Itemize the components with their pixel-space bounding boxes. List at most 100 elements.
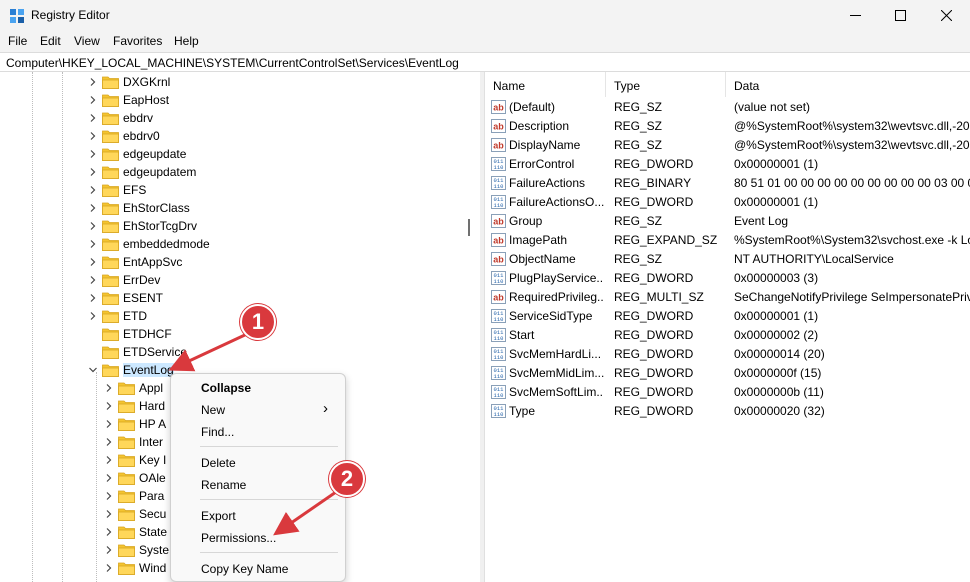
tree-item[interactable]: EhStorTcgDrv [88,217,197,235]
value-row[interactable]: 011 110 SvcMemHardLi... REG_DWORD 0x00000014… [485,345,970,364]
chevron-right-icon[interactable] [88,293,98,303]
chevron-right-icon[interactable] [88,95,98,105]
menu-item-copy-key-name[interactable]: Copy Key Name [171,558,345,580]
tree-item[interactable]: ESENT [88,289,163,307]
tree-child-item[interactable]: Syste [104,541,169,559]
chevron-down-icon[interactable] [88,365,98,375]
address-bar[interactable]: Computer\HKEY_LOCAL_MACHINE\SYSTEM\Curre… [0,52,970,72]
menu-item-collapse[interactable]: Collapse [171,377,345,399]
svg-text:110: 110 [494,392,504,399]
chevron-right-icon[interactable] [88,167,98,177]
tree-child-item[interactable]: Inter [104,433,163,451]
tree-item[interactable]: EhStorClass [88,199,190,217]
value-row[interactable]: ab ImagePath REG_EXPAND_SZ %SystemRoot%\Sys… [485,231,970,250]
value-row[interactable]: 011 110 SvcMemSoftLim... REG_DWORD 0x0000000… [485,383,970,402]
menu-item-export[interactable]: Export [171,505,345,527]
tree-item[interactable]: edgeupdatem [88,163,196,181]
menu-item-delete[interactable]: Delete [171,452,345,474]
value-row[interactable]: ab Group REG_SZ Event Log [485,212,970,231]
value-row[interactable]: ab ObjectName REG_SZ NT AUTHORITY\LocalServ… [485,250,970,269]
chevron-right-icon[interactable] [88,113,98,123]
tree-item[interactable]: EFS [88,181,146,199]
chevron-right-icon[interactable] [104,419,114,429]
value-row[interactable]: ab DisplayName REG_SZ @%SystemRoot%\system3… [485,136,970,155]
chevron-right-icon[interactable] [104,401,114,411]
tree-item[interactable]: EventLog [88,361,174,379]
value-row[interactable]: 011 110 PlugPlayService... REG_DWORD 0x00000… [485,269,970,288]
folder-icon [118,454,135,467]
tree-item[interactable]: ErrDev [88,271,160,289]
menu-edit[interactable]: Edit [40,34,61,48]
maximize-button[interactable] [877,0,923,30]
tree-item[interactable]: ebdrv [88,109,153,127]
folder-icon [102,184,119,197]
chevron-right-icon[interactable] [88,257,98,267]
chevron-right-icon[interactable] [104,545,114,555]
chevron-right-icon[interactable] [88,185,98,195]
menu-help[interactable]: Help [174,34,199,48]
value-row[interactable]: 011 110 SvcMemMidLim... REG_DWORD 0x0000000f… [485,364,970,383]
chevron-right-icon[interactable] [88,203,98,213]
chevron-right-icon[interactable] [88,221,98,231]
menu-file[interactable]: File [8,34,27,48]
tree-child-item[interactable]: Key I [104,451,166,469]
values-pane[interactable]: Name Type Data ab (Default) REG_SZ (value n… [484,72,970,582]
tree-item[interactable]: EntAppSvc [88,253,182,271]
tree-child-item[interactable]: Hard [104,397,165,415]
chevron-right-icon[interactable] [104,491,114,501]
tree-item-label: EhStorTcgDrv [123,219,198,233]
chevron-right-icon[interactable] [88,77,98,87]
tree-child-item[interactable]: Appl [104,379,163,397]
tree-item[interactable]: EapHost [88,91,169,109]
column-header-name[interactable]: Name [485,72,606,97]
chevron-right-icon[interactable] [88,239,98,249]
value-type: REG_SZ [614,214,663,228]
value-row[interactable]: 011 110 ServiceSidType REG_DWORD 0x00000001 … [485,307,970,326]
chevron-right-icon[interactable] [104,455,114,465]
tree-item[interactable]: DXGKrnl [88,73,170,91]
column-header-type[interactable]: Type [606,72,726,97]
chevron-right-icon[interactable] [88,149,98,159]
chevron-right-icon[interactable] [88,131,98,141]
menu-item-find[interactable]: Find... [171,421,345,443]
value-row[interactable]: 011 110 FailureActionsO... REG_DWORD 0x00000… [485,193,970,212]
tree-item[interactable]: edgeupdate [88,145,186,163]
value-row[interactable]: 011 110 ErrorControl REG_DWORD 0x00000001 (1… [485,155,970,174]
column-header-data[interactable]: Data [726,72,970,97]
tree-item[interactable]: ebdrv0 [88,127,160,145]
value-row[interactable]: 011 110 Start REG_DWORD 0x00000002 (2) [485,326,970,345]
value-row[interactable]: ab Description REG_SZ @%SystemRoot%\system3… [485,117,970,136]
minimize-button[interactable] [832,0,878,30]
tree-child-label: HP A [139,417,167,431]
tree-child-item[interactable]: Para [104,487,164,505]
value-row[interactable]: ab (Default) REG_SZ (value not set) [485,98,970,117]
chevron-right-icon[interactable] [88,275,98,285]
tree-item[interactable]: ETDHCF [88,325,172,343]
tree-child-item[interactable]: HP A [104,415,166,433]
tree-item[interactable]: ETD [88,307,147,325]
chevron-right-icon[interactable] [104,383,114,393]
value-row[interactable]: 011 110 Type REG_DWORD 0x00000020 (32) [485,402,970,421]
tree-child-item[interactable]: Wind [104,559,166,577]
splitter-grip[interactable] [468,219,470,236]
close-button[interactable] [923,0,969,30]
tree-child-item[interactable]: Secu [104,505,166,523]
chevron-right-icon[interactable] [104,527,114,537]
tree-child-item[interactable]: OAle [104,469,166,487]
value-row[interactable]: ab RequiredPrivileg... REG_MULTI_SZ SeChang… [485,288,970,307]
value-row[interactable]: 011 110 FailureActions REG_BINARY 80 51 01 0… [485,174,970,193]
menu-item-new[interactable]: New › [171,399,345,421]
tree-child-item[interactable]: State [104,523,167,541]
chevron-right-icon[interactable] [88,311,98,321]
menu-view[interactable]: View [74,34,100,48]
tree-item[interactable]: ETDService [88,343,187,361]
chevron-right-icon[interactable] [104,473,114,483]
chevron-right-icon[interactable] [104,509,114,519]
menu-item-rename[interactable]: Rename [171,474,345,496]
chevron-right-icon[interactable] [104,563,114,573]
address-path[interactable]: Computer\HKEY_LOCAL_MACHINE\SYSTEM\Curre… [6,56,459,70]
chevron-right-icon[interactable] [104,437,114,447]
menu-item-permissions[interactable]: Permissions... [171,527,345,549]
tree-item[interactable]: embeddedmode [88,235,210,253]
menu-favorites[interactable]: Favorites [113,34,162,48]
